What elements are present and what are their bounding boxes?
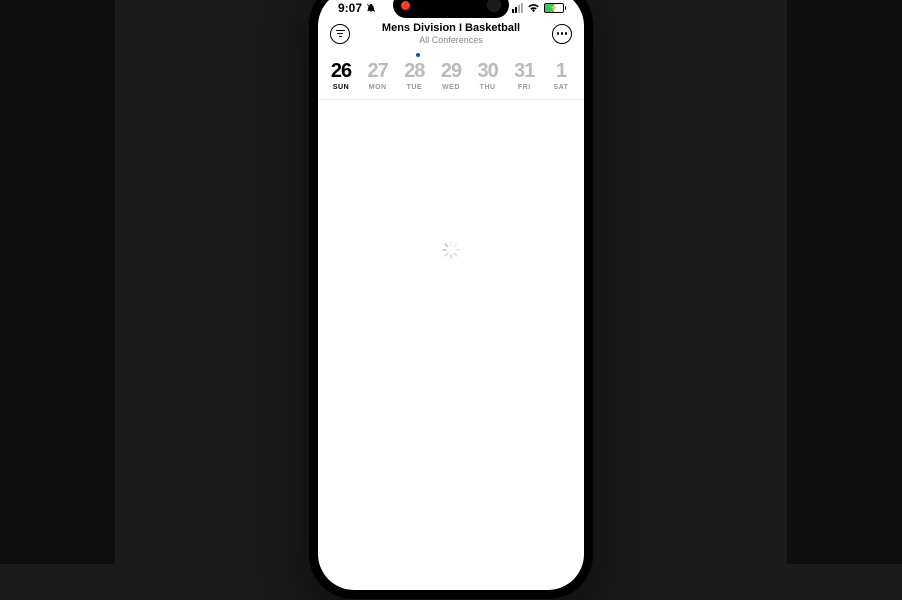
phone-screen: 9:07 ⚡	[318, 0, 584, 590]
cellular-signal-icon	[512, 3, 523, 13]
day-label: SAT	[553, 84, 568, 91]
day-selector: 26 SUN 27 MON 28 TUE 29 WED 30 THU 31 FR…	[318, 61, 584, 100]
day-label: FRI	[518, 84, 531, 91]
day-indicator-icon	[416, 53, 420, 57]
day-number: 26	[331, 61, 351, 81]
filter-icon	[336, 30, 345, 38]
day-label: MON	[369, 84, 387, 91]
day-label: THU	[480, 84, 496, 91]
day-number: 1	[556, 61, 566, 81]
battery-icon: ⚡	[544, 3, 564, 13]
dynamic-island	[393, 0, 509, 18]
content-area	[318, 100, 584, 500]
day-item-wed[interactable]: 29 WED	[434, 61, 468, 91]
day-label: TUE	[407, 84, 423, 91]
more-icon	[557, 32, 568, 35]
status-left: 9:07	[338, 1, 376, 15]
page-title: Mens Division I Basketball	[350, 22, 552, 34]
day-item-mon[interactable]: 27 MON	[361, 61, 395, 91]
day-number: 28	[404, 61, 424, 81]
recording-indicator-icon	[401, 1, 410, 10]
status-right: ⚡	[512, 3, 564, 13]
day-item-thu[interactable]: 30 THU	[471, 61, 505, 91]
day-label: WED	[442, 84, 460, 91]
phone-frame: 9:07 ⚡	[308, 0, 594, 600]
page-subtitle: All Conferences	[350, 35, 552, 45]
more-button[interactable]	[552, 24, 572, 44]
loading-spinner-icon	[442, 241, 460, 259]
day-number: 27	[368, 61, 388, 81]
day-number: 29	[441, 61, 461, 81]
day-label: SUN	[333, 84, 349, 91]
wifi-icon	[527, 3, 540, 13]
day-item-sun[interactable]: 26 SUN	[324, 61, 358, 91]
background-panel	[0, 0, 115, 564]
status-time: 9:07	[338, 1, 362, 15]
day-item-fri[interactable]: 31 FRI	[507, 61, 541, 91]
background-panel	[787, 0, 902, 564]
dnd-icon	[366, 3, 376, 13]
filter-button[interactable]	[330, 24, 350, 44]
day-item-sat[interactable]: 1 SAT	[544, 61, 578, 91]
front-camera-icon	[487, 0, 501, 12]
day-number: 31	[514, 61, 534, 81]
header-center: Mens Division I Basketball All Conferenc…	[350, 22, 552, 45]
day-item-tue[interactable]: 28 TUE	[397, 61, 431, 91]
day-number: 30	[478, 61, 498, 81]
